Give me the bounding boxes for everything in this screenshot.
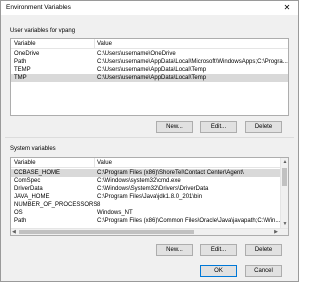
table-row[interactable]: Path C:\Program Files (x86)\Common Files… — [11, 217, 281, 225]
system-delete-button[interactable]: Delete — [245, 244, 282, 256]
table-row[interactable]: TEMP C:\Users\username\AppData\Local\Tem… — [11, 66, 288, 74]
section-divider — [5, 137, 294, 138]
column-header-value[interactable]: Value — [97, 41, 112, 47]
scroll-right-icon[interactable]: ▶ — [274, 229, 278, 235]
close-icon[interactable]: ✕ — [282, 3, 292, 13]
variable-value: C:\Users\username\OneDrive — [97, 51, 176, 57]
table-row-selected[interactable]: CCBASE_HOME C:\Program Files (x86)\Shore… — [11, 169, 281, 177]
variable-value: C:\Program Files (x86)\ShoreTel\Contact … — [97, 170, 244, 176]
variable-name: TEMP — [14, 67, 31, 73]
system-edit-button[interactable]: Edit... — [200, 244, 237, 256]
variable-value: Windows_NT — [97, 210, 133, 216]
table-row[interactable]: JAVA_HOME C:\Program Files\Java\jdk1.8.0… — [11, 193, 281, 201]
table-row-selected[interactable]: TMP C:\Users\username\AppData\Local\Temp — [11, 74, 288, 82]
column-header-variable[interactable]: Variable — [14, 41, 36, 47]
variable-value: C:\Users\username\AppData\Local\Microsof… — [97, 59, 288, 65]
window-title: Environment Variables — [6, 4, 71, 11]
user-variables-label: User variables for vpang — [10, 28, 76, 34]
variable-name: NUMBER_OF_PROCESSORS — [14, 202, 98, 208]
table-row[interactable]: NUMBER_OF_PROCESSORS 8 — [11, 201, 281, 209]
user-edit-button[interactable]: Edit... — [200, 121, 237, 133]
scrollbar-thumb[interactable] — [282, 168, 287, 186]
vertical-scrollbar[interactable]: ▲ ▼ — [280, 158, 288, 228]
column-separator[interactable] — [94, 158, 95, 168]
variable-name: Path — [14, 218, 27, 224]
variable-value: C:\Program Files\Java\jdk1.8.0_201\bin — [97, 194, 203, 200]
variable-name: OS — [14, 210, 23, 216]
variable-name: CCBASE_HOME — [14, 170, 61, 176]
scroll-left-icon[interactable]: ◀ — [12, 229, 16, 235]
horizontal-scrollbar[interactable]: ◀ ▶ — [11, 228, 288, 235]
variable-value: C:\Users\username\AppData\Local\Temp — [97, 67, 207, 73]
ok-button[interactable]: OK — [200, 265, 237, 277]
user-variables-list[interactable]: Variable Value OneDrive C:\Users\usernam… — [10, 38, 289, 116]
variable-value: C:\Windows\System32\Drivers\DriverData — [97, 186, 209, 192]
title-bar: Environment Variables ✕ — [1, 1, 298, 15]
system-variables-list[interactable]: Variable Value CCBASE_HOME C:\Program Fi… — [10, 157, 289, 236]
variable-name: TMP — [14, 75, 27, 81]
variable-name: DriverData — [14, 186, 43, 192]
environment-variables-dialog: Environment Variables ✕ User variables f… — [0, 0, 299, 282]
table-row[interactable]: Path C:\Users\username\AppData\Local\Mic… — [11, 58, 288, 66]
user-variables-header: Variable Value — [11, 39, 288, 49]
variable-value: C:\Users\username\AppData\Local\Temp — [97, 75, 207, 81]
variable-name: ComSpec — [14, 178, 41, 184]
variable-name: JAVA_HOME — [14, 194, 50, 200]
user-delete-button[interactable]: Delete — [245, 121, 282, 133]
system-variables-label: System variables — [10, 146, 56, 152]
table-row[interactable]: OneDrive C:\Users\username\OneDrive — [11, 50, 288, 58]
variable-value: C:\Windows\system32\cmd.exe — [97, 178, 181, 184]
column-header-value[interactable]: Value — [97, 160, 112, 166]
user-new-button[interactable]: New... — [156, 121, 193, 133]
system-variables-header: Variable Value — [11, 158, 288, 168]
variable-name: OneDrive — [14, 51, 40, 57]
column-separator[interactable] — [94, 39, 95, 49]
variable-value: 8 — [97, 202, 101, 208]
table-row[interactable]: ComSpec C:\Windows\system32\cmd.exe — [11, 177, 281, 185]
column-header-variable[interactable]: Variable — [14, 160, 36, 166]
table-row[interactable]: DriverData C:\Windows\System32\Drivers\D… — [11, 185, 281, 193]
variable-name: Path — [14, 59, 27, 65]
variable-value: C:\Program Files (x86)\Common Files\Orac… — [97, 218, 281, 224]
system-new-button[interactable]: New... — [156, 244, 193, 256]
table-row[interactable]: OS Windows_NT — [11, 209, 281, 217]
horizontal-scrollbar-thumb[interactable] — [19, 230, 194, 234]
scroll-down-icon[interactable]: ▼ — [282, 221, 288, 227]
cancel-button[interactable]: Cancel — [245, 265, 282, 277]
scroll-up-icon[interactable]: ▲ — [282, 159, 288, 165]
